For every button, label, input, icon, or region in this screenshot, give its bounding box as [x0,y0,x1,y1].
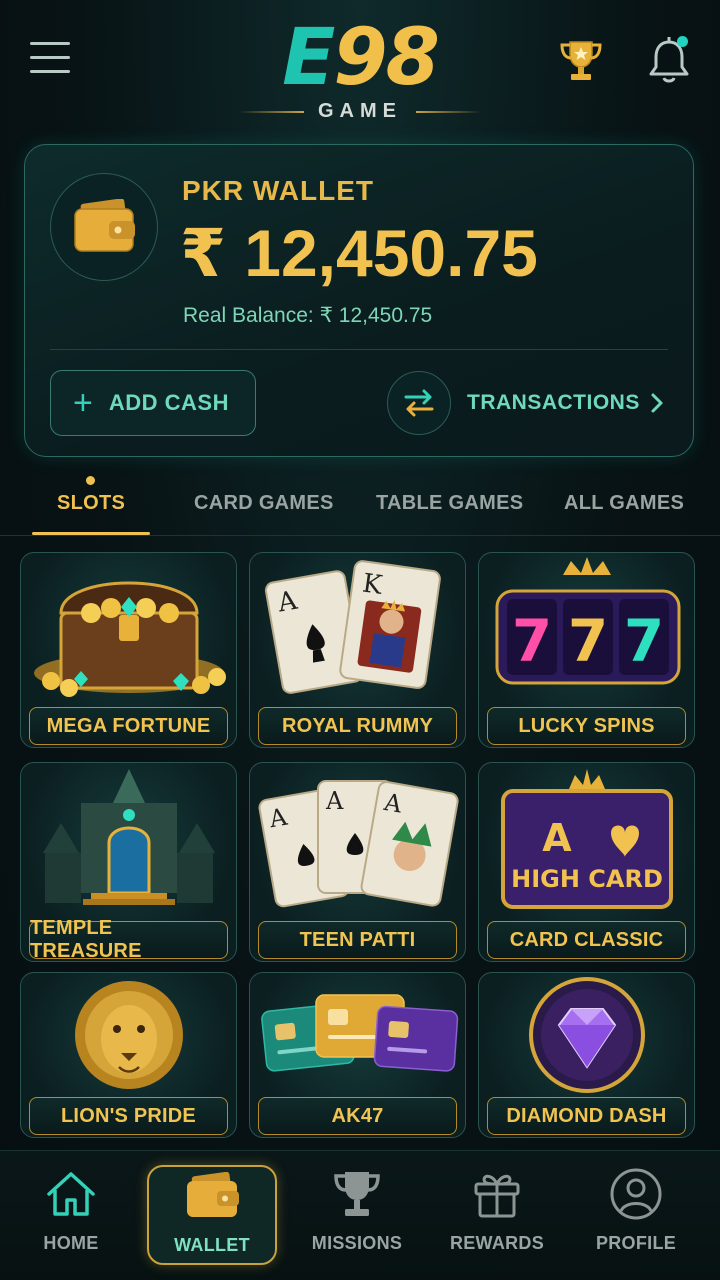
real-balance: Real Balance: ₹ 12,450.75 [183,304,433,327]
game-card-card-classic[interactable]: A HIGH CARD CARD CLASSIC [478,762,695,962]
wallet-card: PKR WALLET ₹ 12,450.75 Real Balance: ₹ 1… [24,144,694,457]
tab-slots[interactable]: SLOTS [57,492,125,515]
diamond-icon [529,977,645,1093]
game-title: AK47 [258,1097,457,1135]
game-title: DIAMOND DASH [487,1097,686,1135]
logo-number: 98 [333,13,440,103]
logo-letter: E [282,13,335,103]
transactions-label: TRANSACTIONS [467,391,640,414]
tab-card-games[interactable]: CARD GAMES [194,492,334,515]
reel-symbol: 7 [512,607,552,675]
card-rank-text: A [542,816,572,860]
logo-subtitle-text: GAME [318,100,402,122]
slot-machine-icon: 7 7 7 [495,557,681,685]
header: E98 GAME [0,0,720,135]
reel-symbol: 7 [624,607,664,675]
game-title: TEEN PATTI [258,921,457,959]
card-rank-text: A [325,787,344,815]
playing-cards-icon: A K [264,560,441,694]
game-card-lions-pride[interactable]: LION'S PRIDE [20,972,237,1138]
nav-label: REWARDS [449,1233,545,1253]
game-title: ROYAL RUMMY [258,707,457,745]
trophy-icon [292,1165,422,1223]
game-card-mega-fortune[interactable]: MEGA FORTUNE [20,552,237,748]
nav-label: PROFILE [595,1233,677,1253]
bottom-navigation: HOME WALLET MISSIONS REWARDS PROFILE [0,1150,720,1280]
home-icon [6,1165,136,1223]
nav-label: WALLET [174,1235,250,1255]
treasure-chest-icon [34,581,226,697]
nav-wallet[interactable]: WALLET [147,1165,277,1265]
hamburger-menu-icon[interactable] [30,42,70,78]
logo-subtitle: GAME [230,100,490,123]
high-card-label: HIGH CARD [511,865,663,893]
temple-icon [43,769,215,905]
wallet-icon [149,1167,275,1225]
wallet-label: PKR WALLET [182,175,374,206]
app-logo: E98 GAME [230,18,490,128]
game-card-diamond-dash[interactable]: DIAMOND DASH [478,972,695,1138]
wallet-icon [50,173,158,281]
notification-dot [677,36,688,47]
game-card-lucky-spins[interactable]: 7 7 7 LUCKY SPINS [478,552,695,748]
tab-all-games[interactable]: ALL GAMES [564,492,684,515]
game-title: TEMPLE TREASURE [29,917,228,961]
active-tab-dot [86,476,95,485]
nav-label: MISSIONS [311,1233,403,1253]
add-cash-label: ADD CASH [108,390,229,415]
reel-symbol: 7 [568,607,608,675]
game-card-temple-treasure[interactable]: TEMPLE TREASURE [20,762,237,962]
transactions-button[interactable]: TRANSACTIONS [387,370,672,436]
bell-icon[interactable] [644,34,694,86]
game-card-royal-rummy[interactable]: A K ROYAL RUMMY [249,552,466,748]
game-category-tabs: SLOTS CARD GAMES TABLE GAMES ALL GAMES [0,470,720,536]
credit-cards-icon [261,994,459,1072]
game-title: LUCKY SPINS [487,707,686,745]
game-title: MEGA FORTUNE [29,707,228,745]
chevron-right-icon [651,393,663,413]
nav-missions[interactable]: MISSIONS [292,1165,422,1265]
trophy-icon[interactable] [556,36,606,86]
add-cash-button[interactable]: + ADD CASH [50,370,256,436]
tab-table-games[interactable]: TABLE GAMES [376,492,523,515]
nav-rewards[interactable]: REWARDS [432,1165,562,1265]
nav-home[interactable]: HOME [6,1165,136,1265]
wallet-balance: ₹ 12,450.75 [180,216,538,290]
lion-icon [75,981,183,1089]
game-title: LION'S PRIDE [29,1097,228,1135]
playing-cards-icon: A A A [258,780,459,908]
active-tab-underline [32,532,150,535]
nav-label: HOME [43,1233,99,1253]
swap-arrows-icon [387,371,451,435]
nav-profile[interactable]: PROFILE [571,1165,701,1265]
app-root: E98 GAME PKR WALLET ₹ 12,450.75 Real Bal… [0,0,720,1280]
user-icon [571,1165,701,1223]
logo-mark: E98 [230,18,490,98]
divider [50,349,668,350]
game-card-teen-patti[interactable]: A A A TEEN PATTI [249,762,466,962]
gift-icon [432,1165,562,1223]
game-title: CARD CLASSIC [487,921,686,959]
game-card-ak47[interactable]: AK47 [249,972,466,1138]
high-card-icon: A HIGH CARD [501,769,673,909]
plus-icon: + [73,384,93,422]
